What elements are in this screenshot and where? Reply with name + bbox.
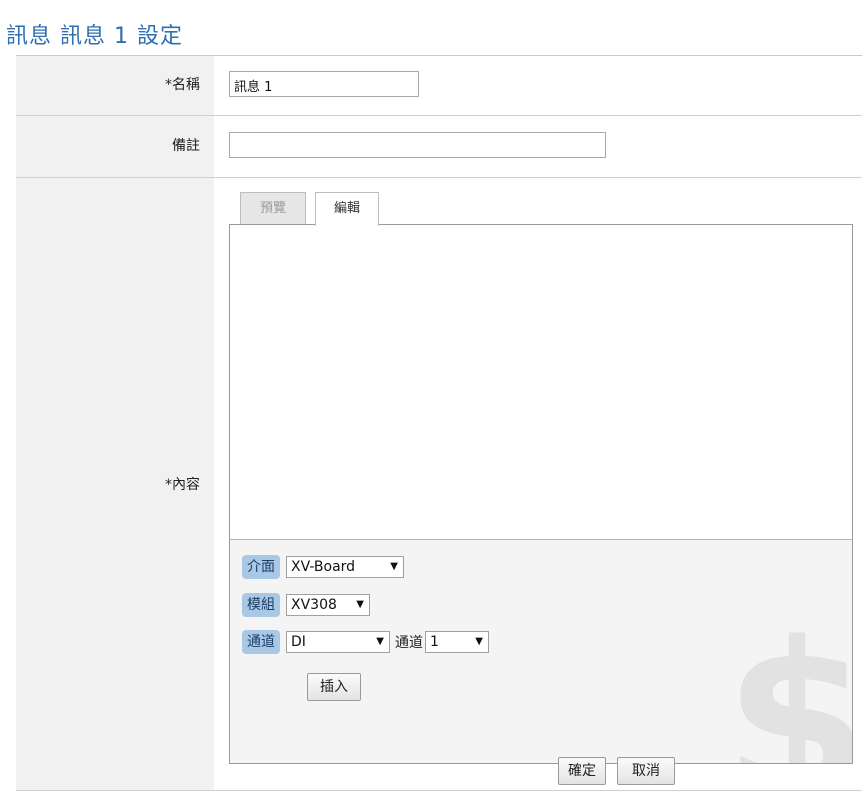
interface-row: 介面 XV-Board ▼ — [242, 555, 404, 579]
channel-number-select-value: 1 — [430, 634, 439, 650]
interface-label: 介面 — [242, 555, 280, 579]
name-label: *名稱 — [16, 56, 214, 115]
interface-select-value: XV-Board — [291, 559, 356, 575]
interface-select[interactable]: XV-Board ▼ — [286, 556, 404, 578]
module-row: 模組 XV308 ▼ — [242, 593, 370, 617]
content-label: *內容 — [16, 178, 214, 790]
insert-button[interactable]: 插入 — [307, 673, 361, 701]
channel-type-select[interactable]: DI ▼ — [286, 631, 390, 653]
module-label: 模組 — [242, 593, 280, 617]
content-row: *內容 預覽 編輯 $ 介面 XV-Board ▼ 模組 — [16, 178, 862, 791]
channel-number-select[interactable]: 1 ▼ — [425, 631, 489, 653]
tab-edit[interactable]: 編輯 — [315, 192, 379, 226]
ok-button[interactable]: 確定 — [558, 757, 606, 785]
settings-form: *名稱 訊息 1 備註 *內容 預覽 編輯 $ 介面 XV-Board — [16, 56, 862, 791]
dropdown-arrow-icon: ▼ — [475, 636, 483, 647]
tab-preview[interactable]: 預覽 — [240, 192, 306, 225]
channel-type-select-value: DI — [291, 634, 306, 650]
module-select[interactable]: XV308 ▼ — [286, 594, 370, 616]
message-body-textarea[interactable] — [230, 225, 852, 540]
insert-toolbar: $ 介面 XV-Board ▼ 模組 XV308 ▼ — [230, 540, 852, 763]
page-title: 訊息 訊息 1 設定 — [6, 24, 183, 49]
note-input[interactable] — [229, 132, 606, 158]
message-editor: $ 介面 XV-Board ▼ 模組 XV308 ▼ — [229, 224, 853, 764]
dollar-watermark-icon: $ — [724, 615, 852, 764]
dropdown-arrow-icon: ▼ — [376, 636, 384, 647]
module-select-value: XV308 — [291, 597, 337, 613]
note-row: 備註 — [16, 116, 862, 178]
name-input[interactable]: 訊息 1 — [229, 71, 419, 97]
channel-row: 通道 DI ▼ 通道 1 ▼ — [242, 630, 489, 654]
note-label: 備註 — [16, 116, 214, 177]
dropdown-arrow-icon: ▼ — [390, 561, 398, 572]
channel-label: 通道 — [242, 630, 280, 654]
dropdown-arrow-icon: ▼ — [356, 599, 364, 610]
channel-number-label: 通道 — [395, 635, 423, 651]
name-row: *名稱 訊息 1 — [16, 56, 862, 116]
cancel-button[interactable]: 取消 — [617, 757, 675, 785]
